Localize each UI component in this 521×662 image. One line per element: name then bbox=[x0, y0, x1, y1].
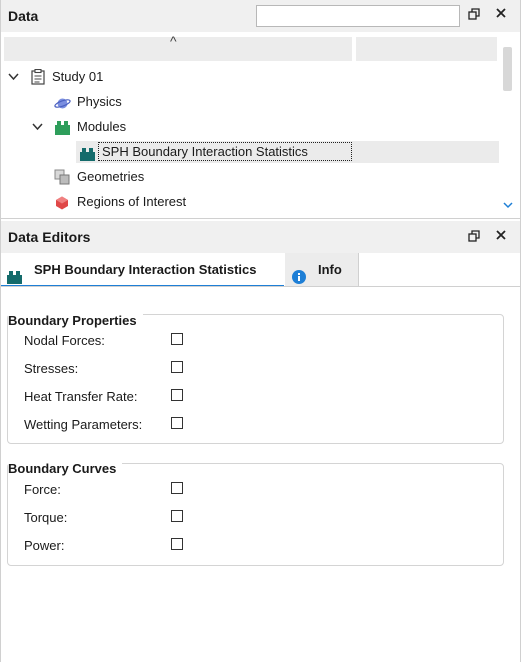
editors-panel-title: Data Editors bbox=[8, 229, 91, 245]
tree-item-regions[interactable]: Regions of Interest bbox=[0, 191, 500, 213]
tree-item-physics[interactable]: Physics bbox=[0, 91, 500, 113]
scrollbar-thumb[interactable] bbox=[503, 47, 512, 91]
label-heat-transfer-rate: Heat Transfer Rate: bbox=[24, 389, 138, 404]
checkbox-heat-transfer-rate[interactable] bbox=[171, 389, 183, 401]
panel-divider[interactable] bbox=[0, 218, 521, 219]
tab-sph-module[interactable]: SPH Boundary Interaction Statistics bbox=[0, 253, 284, 287]
tree-item-study[interactable]: Study 01 bbox=[0, 66, 500, 88]
info-icon bbox=[292, 263, 306, 297]
data-panel-title: Data bbox=[8, 8, 39, 24]
checkbox-nodal-forces[interactable] bbox=[171, 333, 183, 345]
label-power: Power: bbox=[24, 538, 65, 553]
checkbox-stresses[interactable] bbox=[171, 361, 183, 373]
module-icon bbox=[7, 263, 22, 297]
tree-label-study: Study 01 bbox=[52, 69, 104, 84]
group-title-boundary-curves: Boundary Curves bbox=[8, 461, 123, 476]
tab-label: SPH Boundary Interaction Statistics bbox=[34, 262, 257, 277]
restore-icon[interactable] bbox=[468, 8, 480, 23]
tree-scrollbar[interactable] bbox=[501, 37, 515, 214]
label-wetting-parameters: Wetting Parameters: bbox=[24, 417, 143, 432]
chevron-down-icon[interactable] bbox=[32, 116, 43, 138]
tab-strip-border bbox=[0, 286, 521, 287]
tree-label-modules: Modules bbox=[77, 119, 127, 134]
label-force: Force: bbox=[24, 482, 61, 497]
tree-column-header[interactable]: ^ bbox=[4, 33, 352, 61]
tree-column-header-2[interactable] bbox=[356, 37, 497, 61]
clipboard-icon bbox=[31, 68, 45, 92]
tree-label-sph-module: SPH Boundary Interaction Statistics bbox=[102, 144, 308, 159]
modules-icon bbox=[55, 120, 70, 142]
checkbox-power[interactable] bbox=[171, 538, 183, 550]
checkbox-wetting-parameters[interactable] bbox=[171, 417, 183, 429]
scroll-down-icon[interactable] bbox=[502, 201, 514, 212]
tab-info[interactable]: Info bbox=[285, 253, 359, 287]
tree-label-regions: Regions of Interest bbox=[77, 194, 187, 209]
physics-icon bbox=[54, 95, 71, 117]
tab-label: Info bbox=[318, 262, 342, 277]
left-border bbox=[0, 0, 1, 662]
editors-panel-header: Data Editors bbox=[0, 221, 521, 253]
tree-item-modules[interactable]: Modules bbox=[0, 116, 500, 138]
sort-ascending-icon: ^ bbox=[170, 33, 177, 49]
close-icon[interactable] bbox=[495, 229, 507, 244]
tree-label-geometries: Geometries bbox=[77, 169, 145, 184]
label-stresses: Stresses: bbox=[24, 361, 79, 376]
tree-item-geometries[interactable]: Geometries bbox=[0, 166, 500, 188]
tree-label-physics: Physics bbox=[77, 94, 122, 109]
checkbox-torque[interactable] bbox=[171, 510, 183, 522]
label-torque: Torque: bbox=[24, 510, 68, 525]
region-icon bbox=[55, 195, 69, 217]
chevron-down-icon[interactable] bbox=[8, 66, 19, 88]
group-boundary-curves bbox=[7, 463, 504, 566]
group-title-boundary-properties: Boundary Properties bbox=[8, 313, 143, 328]
checkbox-force[interactable] bbox=[171, 482, 183, 494]
close-icon[interactable] bbox=[495, 7, 507, 22]
label-nodal-forces: Nodal Forces: bbox=[24, 333, 105, 348]
search-input[interactable] bbox=[256, 5, 460, 27]
data-panel-header: Data bbox=[0, 0, 521, 32]
tree-item-sph-module[interactable]: SPH Boundary Interaction Statistics bbox=[76, 141, 499, 163]
restore-icon[interactable] bbox=[468, 230, 480, 245]
module-icon bbox=[80, 146, 95, 168]
geometries-icon bbox=[54, 169, 71, 193]
